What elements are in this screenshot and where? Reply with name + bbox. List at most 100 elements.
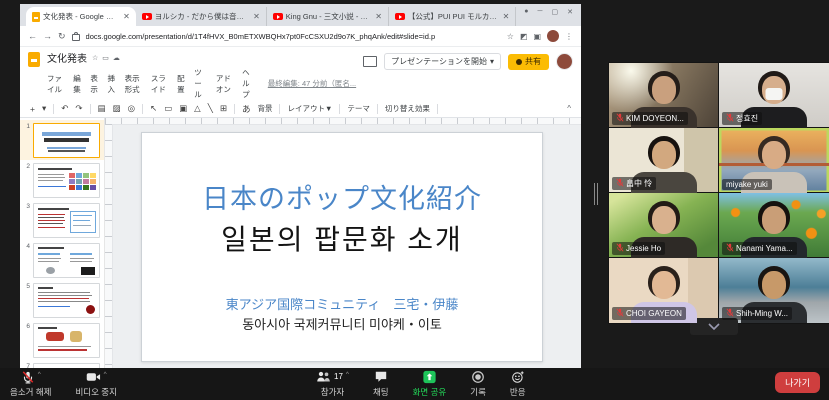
slide-title-korean[interactable]: 일본의 팝문화 소개	[142, 218, 542, 258]
present-display-icon[interactable]	[363, 56, 377, 67]
maximize-button[interactable]: ▢	[552, 8, 559, 16]
share-button[interactable]: 共有	[508, 54, 549, 70]
slide-title-japanese[interactable]: 日本のポップ文化紹介	[142, 177, 542, 216]
menu-kebab-icon[interactable]: ⋮	[565, 32, 573, 41]
tab-close-icon[interactable]: ✕	[253, 12, 260, 21]
menu-ファイル[interactable]: ファイル	[47, 73, 65, 95]
browser-tab-4[interactable]: 【公式】PUI PUI モルカー 第1話✕	[389, 7, 516, 26]
move-folder-icon[interactable]: ▭	[102, 54, 109, 62]
reload-icon[interactable]: ↻	[58, 31, 66, 42]
panel-resize-handle[interactable]	[592, 182, 600, 206]
print-icon[interactable]: ▤	[98, 103, 106, 114]
youtube-favicon	[273, 13, 283, 20]
slide-thumbnail-6[interactable]	[33, 323, 100, 358]
collapse-menus-icon[interactable]: ^	[567, 104, 571, 113]
video-tile-shih-ming-w-[interactable]: Shih-Ming W...	[719, 258, 829, 323]
slide-thumbnail-2[interactable]	[33, 163, 100, 198]
minimize-button[interactable]: ─	[538, 8, 543, 16]
paint-format-icon[interactable]: ▨	[113, 103, 121, 114]
slide-thumbnail-5[interactable]	[33, 283, 100, 318]
browser-tab-3[interactable]: King Gnu - 三文小説 - YouTube✕	[267, 7, 389, 26]
toolbar-video-button[interactable]: ^비디오 중지	[75, 370, 116, 398]
browser-tab-2[interactable]: ヨルシカ - だから僕は音楽を辞めた✕	[136, 7, 267, 26]
menu-配置[interactable]: 配置	[177, 73, 186, 95]
text-box-icon[interactable]: ▭	[164, 103, 172, 114]
toolbar-reactions-button[interactable]: 반응	[510, 370, 526, 398]
document-title[interactable]: 文化発表	[47, 50, 87, 65]
menu-表示[interactable]: 表示	[90, 73, 99, 95]
menu-編集[interactable]: 編集	[73, 73, 82, 95]
tab-close-icon[interactable]: ✕	[375, 12, 382, 21]
undo-icon[interactable]: ↶	[61, 103, 68, 114]
menu-挿入[interactable]: 挿入	[107, 73, 116, 95]
browser-tab-1[interactable]: 文化発表 - Google スライド✕	[26, 7, 136, 26]
toolbar-share-screen-button[interactable]: 화면 공유	[413, 370, 447, 398]
chevron-up-icon[interactable]: ^	[346, 371, 349, 378]
participant-count: 17	[334, 372, 343, 381]
slide-thumbnail-1[interactable]	[33, 123, 100, 158]
cloud-status-icon[interactable]: ☁	[113, 54, 120, 62]
insert-comment-icon[interactable]: ⊞	[220, 103, 227, 114]
present-caret-icon[interactable]: ▾	[490, 57, 494, 66]
close-button[interactable]: ✕	[567, 8, 573, 16]
toolbar-button-レイアウト▼[interactable]: レイアウト▼	[287, 103, 332, 114]
extensions-puzzle-icon[interactable]: ▣	[533, 32, 541, 41]
chevron-up-icon[interactable]: ^	[104, 371, 107, 378]
participants-icon: 17^	[316, 370, 349, 385]
toolbar-button-背景[interactable]: 背景	[257, 103, 272, 114]
extension-icon[interactable]: ◩	[520, 32, 528, 41]
video-tile-choi-gayeon[interactable]: CHOI GAYEON	[609, 258, 719, 323]
slide-canvas[interactable]: 日本のポップ文化紹介 일본의 팝문화 소개 東アジア国際コミュニティ 三宅・伊藤…	[105, 118, 581, 368]
menu-ヘルプ[interactable]: ヘルプ	[242, 67, 256, 100]
participant-name-label: Nanami Yama...	[722, 242, 797, 255]
toolbar-button-切り替え効果[interactable]: 切り替え効果	[385, 103, 430, 114]
toolbar-participants-button[interactable]: 17^참가자	[316, 370, 349, 398]
video-tile-nanami-yama-[interactable]: Nanami Yama...	[719, 193, 829, 258]
redo-icon[interactable]: ↷	[75, 103, 82, 114]
video-tile-정효진[interactable]: 정효진	[719, 63, 829, 128]
menu-スライド[interactable]: スライド	[151, 73, 169, 95]
bookmark-star-icon[interactable]: ☆	[507, 32, 514, 41]
notification-icon[interactable]: ●	[524, 8, 528, 16]
video-tile-miyake-yuki[interactable]: miyake yuki	[719, 128, 829, 193]
slide-subtitle-japanese[interactable]: 東アジア国際コミュニティ 三宅・伊藤	[142, 294, 542, 313]
browser-address-bar: ← → ↻ docs.google.com/presentation/d/1T4…	[20, 26, 581, 47]
browser-profile-avatar[interactable]	[547, 30, 559, 42]
new-slide-arrow-icon[interactable]: ▾	[42, 103, 46, 114]
share-screen-icon	[422, 370, 437, 385]
new-slide-icon[interactable]: +	[30, 104, 35, 114]
back-icon[interactable]: ←	[28, 31, 37, 41]
url-field[interactable]: docs.google.com/presentation/d/1T4fHVX_B…	[86, 32, 501, 41]
toolbar-record-button[interactable]: 기록	[470, 370, 486, 398]
slide-thumbnail-4[interactable]	[33, 243, 100, 278]
toolbar-mic-muted-button[interactable]: ^음소거 해제	[10, 370, 51, 398]
text-format-icon[interactable]: あ	[242, 103, 251, 115]
participant-name-label: miyake yuki	[722, 179, 772, 190]
slide-thumbnail-3[interactable]	[33, 203, 100, 238]
forward-icon[interactable]: →	[43, 31, 52, 41]
select-cursor-icon[interactable]: ↖	[150, 103, 157, 114]
collapse-videos-button[interactable]	[690, 318, 738, 335]
toolbar-chat-button[interactable]: 채팅	[373, 370, 389, 398]
tab-close-icon[interactable]: ✕	[503, 12, 510, 21]
menu-アドオン[interactable]: アドオン	[216, 73, 234, 95]
insert-line-icon[interactable]: ╲	[208, 103, 213, 114]
slide-subtitle-korean[interactable]: 동아시아 국제커뮤니티 미야케・이토	[142, 314, 542, 333]
insert-image-icon[interactable]: ▣	[179, 103, 187, 114]
leave-meeting-button[interactable]: 나가기	[775, 372, 820, 393]
video-tile-kim-doyeon-[interactable]: KIM DOYEON...	[609, 63, 719, 128]
account-avatar[interactable]	[556, 53, 573, 70]
present-button[interactable]: プレゼンテーションを開始 ▾	[384, 53, 501, 70]
last-edit-status[interactable]: 最終編集: 47 分前（匿名...	[268, 78, 356, 89]
menu-表示形式[interactable]: 表示形式	[125, 73, 143, 95]
current-slide[interactable]: 日本のポップ文化紹介 일본의 팝문화 소개 東アジア国際コミュニティ 三宅・伊藤…	[141, 132, 543, 362]
tab-close-icon[interactable]: ✕	[123, 12, 130, 21]
zoom-icon[interactable]: ◎	[128, 103, 135, 114]
toolbar-button-テーマ[interactable]: テーマ	[347, 103, 370, 114]
star-icon[interactable]: ☆	[92, 54, 98, 62]
video-tile-jessie-ho[interactable]: Jessie Ho	[609, 193, 719, 258]
chevron-up-icon[interactable]: ^	[38, 371, 41, 378]
menu-ツール[interactable]: ツール	[194, 67, 208, 100]
video-tile-畠中-怜[interactable]: 畠中 怜	[609, 128, 719, 193]
insert-shape-icon[interactable]: △	[194, 103, 201, 114]
